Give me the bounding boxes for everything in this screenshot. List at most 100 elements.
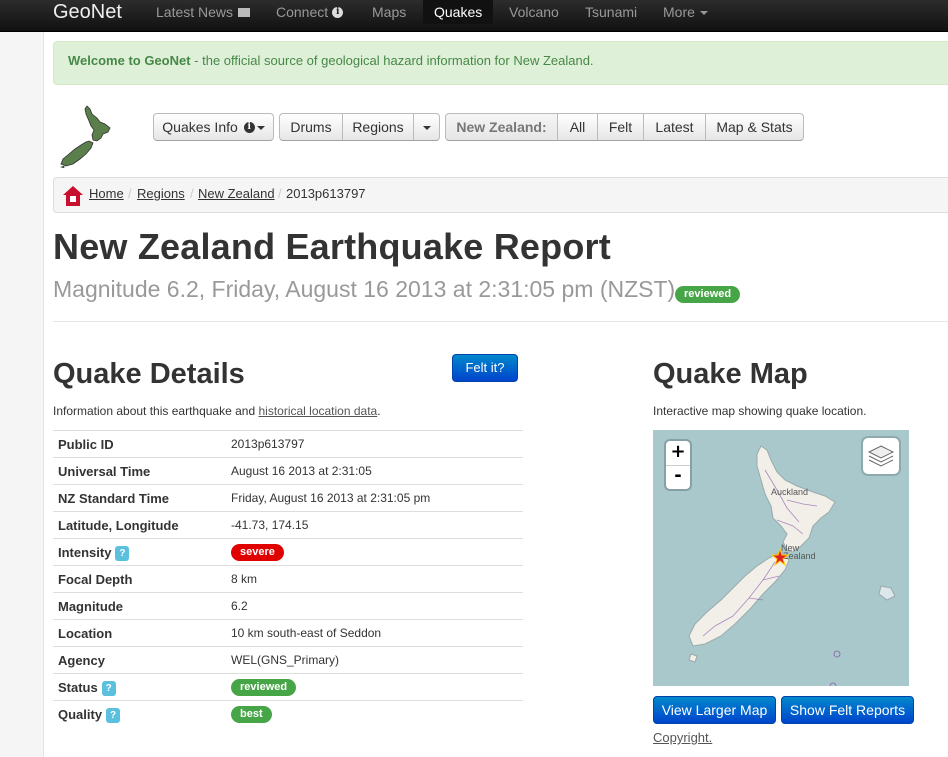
row-key-with-help: Status? bbox=[58, 680, 116, 697]
nav-maps[interactable]: Maps bbox=[372, 0, 406, 24]
row-value: severe bbox=[231, 544, 284, 562]
row-value: Friday, August 16 2013 at 2:31:05 pm bbox=[231, 491, 431, 505]
latest-button[interactable]: Latest bbox=[643, 113, 706, 141]
map-description: Interactive map showing quake location. bbox=[653, 404, 867, 418]
map-zoom-control: + - bbox=[666, 441, 690, 489]
details-description-suffix: . bbox=[377, 404, 381, 418]
view-larger-map-button[interactable]: View Larger Map bbox=[653, 696, 776, 724]
breadcrumb-regions[interactable]: Regions bbox=[137, 186, 185, 201]
table-row: Status? reviewed bbox=[53, 673, 523, 700]
table-row: Quality? best bbox=[53, 700, 523, 727]
row-value: best bbox=[231, 706, 272, 724]
row-value: WEL(GNS_Primary) bbox=[231, 653, 340, 667]
row-key-with-help: Intensity? bbox=[58, 545, 130, 562]
zoom-in-button[interactable]: + bbox=[666, 441, 690, 466]
nav-connect[interactable]: Connect i bbox=[276, 0, 344, 24]
row-key-with-help: Quality? bbox=[58, 707, 121, 724]
breadcrumb-separator: / bbox=[190, 186, 194, 201]
intensity-badge: severe bbox=[231, 544, 284, 561]
nav-tsunami[interactable]: Tsunami bbox=[585, 0, 637, 24]
row-key: NZ Standard Time bbox=[58, 491, 170, 506]
row-value: 10 km south-east of Seddon bbox=[231, 626, 382, 640]
info-icon: i bbox=[332, 6, 344, 18]
row-key: Focal Depth bbox=[58, 572, 133, 587]
help-icon[interactable]: ? bbox=[115, 546, 130, 562]
new-zealand-label: New Zealand: bbox=[445, 113, 558, 141]
nav-latest-news[interactable]: Latest News bbox=[156, 0, 251, 24]
top-navbar: GeoNet Latest News Connect i Maps Quakes … bbox=[0, 0, 948, 32]
breadcrumb-new-zealand[interactable]: New Zealand bbox=[198, 186, 275, 201]
row-key: Public ID bbox=[58, 437, 114, 452]
breadcrumb-home[interactable]: Home bbox=[89, 186, 124, 201]
quality-badge: best bbox=[231, 706, 272, 723]
row-value: reviewed bbox=[231, 679, 297, 697]
help-icon[interactable]: ? bbox=[106, 708, 121, 724]
brand-logo[interactable]: GeoNet bbox=[53, 0, 122, 24]
table-row: Focal Depth 8 km bbox=[53, 565, 523, 592]
breadcrumb-current: 2013p613797 bbox=[286, 186, 366, 201]
show-felt-reports-button[interactable]: Show Felt Reports bbox=[781, 696, 914, 724]
welcome-strong[interactable]: Welcome to GeoNet bbox=[68, 53, 191, 68]
details-description-prefix: Information about this earthquake and bbox=[53, 404, 259, 418]
felt-it-button[interactable]: Felt it? bbox=[452, 354, 518, 382]
zoom-out-button[interactable]: - bbox=[666, 465, 690, 489]
table-row: Magnitude 6.2 bbox=[53, 592, 523, 619]
info-icon: i bbox=[243, 121, 255, 133]
nz-map-logo[interactable] bbox=[56, 104, 116, 168]
chevron-down-icon bbox=[256, 126, 265, 131]
table-row: Latitude, Longitude -41.73, 174.15 bbox=[53, 511, 523, 538]
all-button[interactable]: All bbox=[557, 113, 598, 141]
copyright-link[interactable]: Copyright. bbox=[653, 730, 712, 745]
quake-details-heading: Quake Details bbox=[53, 358, 245, 390]
chevron-down-icon bbox=[422, 126, 431, 131]
historical-location-link[interactable]: historical location data bbox=[258, 404, 377, 418]
row-key: Universal Time bbox=[58, 464, 151, 479]
regions-dropdown-toggle[interactable] bbox=[413, 113, 440, 141]
welcome-message: - the official source of geological haza… bbox=[190, 53, 594, 68]
row-value: -41.73, 174.15 bbox=[231, 518, 309, 532]
quake-details-table: Public ID 2013p613797 Universal Time Augus… bbox=[53, 430, 523, 727]
divider bbox=[53, 321, 948, 322]
breadcrumb-separator: / bbox=[128, 186, 132, 201]
row-key: Magnitude bbox=[58, 599, 123, 614]
row-value: 6.2 bbox=[231, 599, 248, 613]
row-key: Location bbox=[58, 626, 113, 641]
welcome-text: Welcome to GeoNet - the official source … bbox=[68, 53, 594, 68]
nav-latest-news-label: Latest News bbox=[156, 4, 234, 20]
welcome-alert: Welcome to GeoNet - the official source … bbox=[53, 41, 948, 85]
map-layers-button[interactable] bbox=[863, 438, 899, 474]
table-row: Public ID 2013p613797 bbox=[53, 430, 523, 457]
nav-connect-label: Connect bbox=[276, 4, 329, 20]
details-description: Information about this earthquake and hi… bbox=[53, 404, 381, 418]
row-value: 8 km bbox=[231, 572, 258, 586]
row-value: 2013p613797 bbox=[231, 437, 305, 451]
row-key: Quality bbox=[58, 707, 103, 722]
quake-map-heading: Quake Map bbox=[653, 358, 808, 390]
layers-icon bbox=[867, 445, 895, 467]
quakes-info-button[interactable]: Quakes Info i bbox=[153, 113, 274, 141]
table-row: Location 10 km south-east of Seddon bbox=[53, 619, 523, 646]
nav-volcano[interactable]: Volcano bbox=[509, 0, 559, 24]
map-stats-button[interactable]: Map & Stats bbox=[705, 113, 804, 141]
nav-more[interactable]: More bbox=[663, 0, 708, 24]
table-row: NZ Standard Time Friday, August 16 2013 a… bbox=[53, 484, 523, 511]
row-key: Agency bbox=[58, 653, 105, 668]
regions-button[interactable]: Regions bbox=[342, 113, 414, 141]
status-badge: reviewed bbox=[675, 286, 741, 303]
drums-button[interactable]: Drums bbox=[279, 113, 343, 141]
epicenter-star-icon[interactable] bbox=[771, 548, 789, 566]
page-subtitle: Magnitude 6.2, Friday, August 16 2013 at… bbox=[53, 276, 676, 302]
breadcrumb-separator: / bbox=[278, 186, 282, 201]
nav-quakes[interactable]: Quakes bbox=[423, 0, 494, 24]
row-key: Intensity bbox=[58, 545, 112, 560]
table-row: Agency WEL(GNS_Primary) bbox=[53, 646, 523, 673]
row-key: Status bbox=[58, 680, 98, 695]
megaphone-icon bbox=[238, 7, 251, 17]
table-row: Intensity? severe bbox=[53, 538, 523, 565]
felt-button[interactable]: Felt bbox=[597, 113, 644, 141]
quakes-info-label: Quakes Info bbox=[162, 119, 238, 135]
nav-more-label: More bbox=[663, 4, 695, 20]
help-icon[interactable]: ? bbox=[101, 681, 116, 697]
geonet-home-icon[interactable] bbox=[62, 185, 84, 207]
row-key: Latitude, Longitude bbox=[58, 518, 179, 533]
